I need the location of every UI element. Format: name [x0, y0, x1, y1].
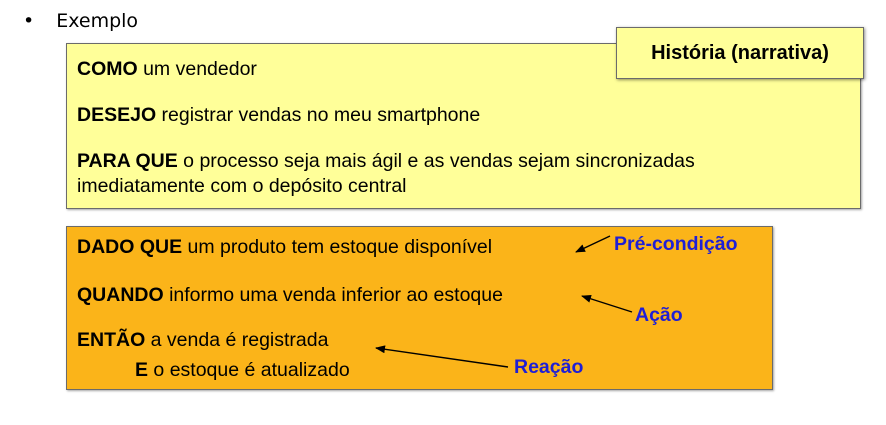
reaction-arrow	[375, 345, 509, 368]
reaction-callout: Reação	[514, 356, 584, 378]
action-callout: Ação	[635, 304, 683, 326]
action-arrow	[581, 294, 633, 313]
precondition-callout: Pré-condição	[614, 233, 738, 255]
precondition-arrow	[575, 235, 611, 253]
callout-arrows	[375, 235, 633, 368]
